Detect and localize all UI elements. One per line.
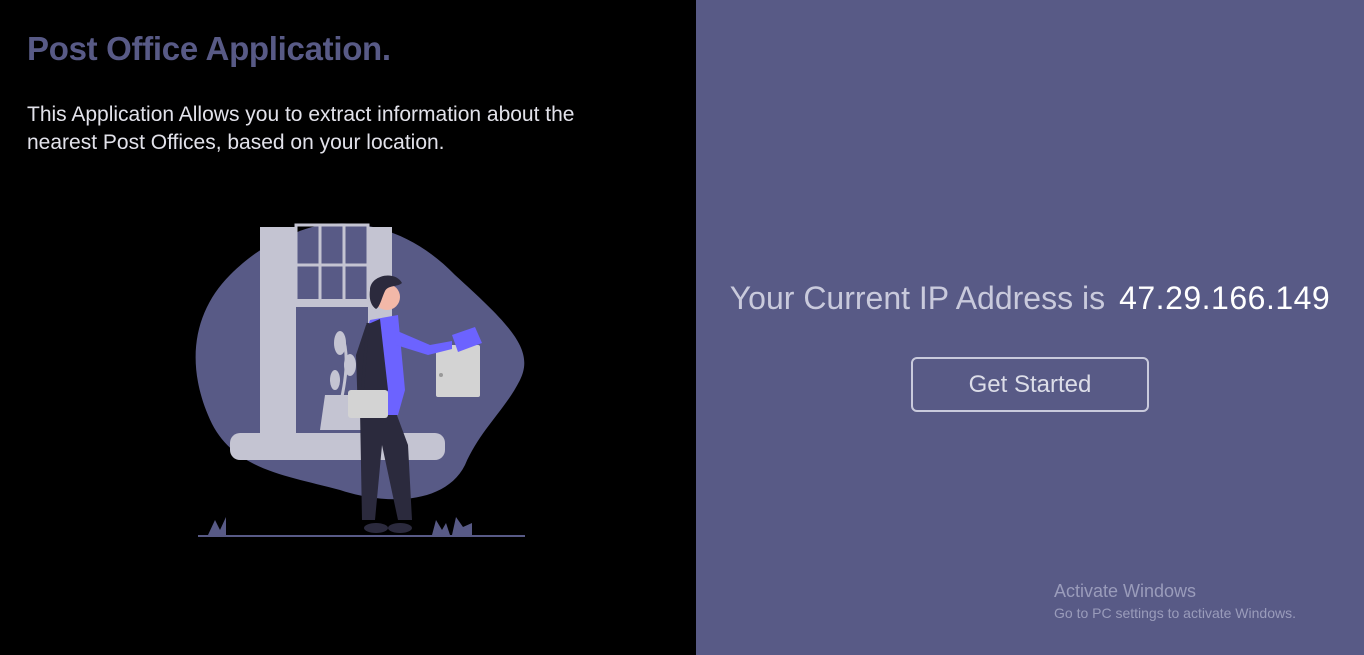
page-title: Post Office Application. — [27, 30, 391, 67]
get-started-button[interactable]: Get Started — [911, 357, 1149, 412]
watermark-title: Activate Windows — [1054, 581, 1197, 601]
ip-address-line: Your Current IP Address is 47.29.166.149 — [696, 280, 1364, 317]
page: Post Office Application. This Applicatio… — [0, 0, 1364, 655]
watermark-subtitle: Go to PC settings to activate Windows. — [1054, 605, 1296, 621]
app-description: This Application Allows you to extract i… — [27, 103, 575, 154]
activate-windows-watermark: Activate Windows Go to PC settings to ac… — [1054, 580, 1296, 624]
mailman-illustration — [195, 223, 525, 537]
ip-panel: Your Current IP Address is 47.29.166.149 … — [696, 0, 1364, 655]
ip-address-label: Your Current IP Address is — [729, 280, 1106, 316]
intro-panel: Post Office Application. This Applicatio… — [0, 0, 696, 655]
ip-address-value: 47.29.166.149 — [1119, 280, 1331, 316]
